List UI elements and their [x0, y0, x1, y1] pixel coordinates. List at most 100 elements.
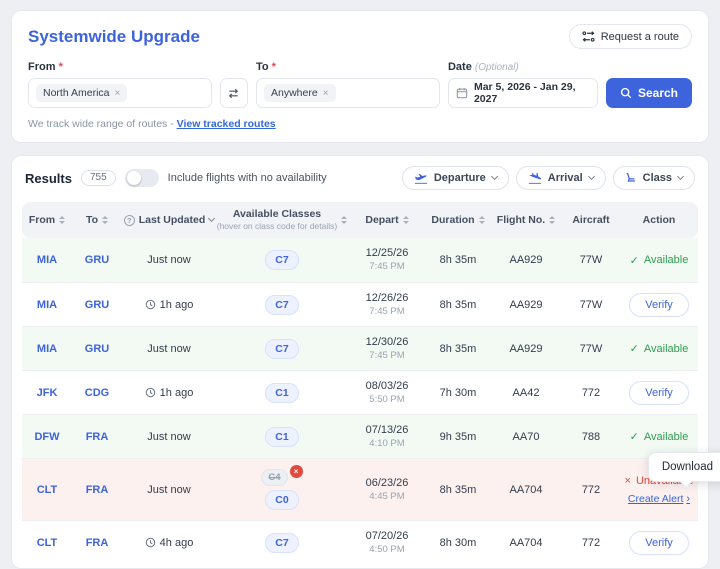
date-input[interactable]: Mar 5, 2026 - Jan 29, 2027: [448, 78, 598, 108]
page-title: Systemwide Upgrade: [28, 27, 200, 47]
aircraft-cell: 77W: [562, 299, 620, 311]
header-to[interactable]: To: [72, 214, 122, 226]
to-code[interactable]: GRU: [72, 254, 122, 266]
duration-cell: 9h 35m: [426, 431, 490, 443]
class-badge[interactable]: C1: [265, 427, 298, 447]
create-alert-link[interactable]: Create Alert›: [628, 493, 690, 505]
depart-date: 07/13/26: [366, 423, 409, 437]
table-row[interactable]: CLT FRA 4h ago C7 07/20/26 4:50 PM 8h 30…: [22, 520, 698, 564]
class-badge[interactable]: C7: [265, 339, 298, 359]
table-row[interactable]: MIA GRU 1h ago C7 12/26/26 7:45 PM 8h 35…: [22, 282, 698, 326]
table-row[interactable]: DFW FRA Just now C1 07/13/26 4:10 PM 9h …: [22, 414, 698, 458]
action-cell: Verify: [620, 293, 698, 317]
available-classes-cell: C4×C0: [216, 469, 348, 510]
class-badge[interactable]: C7: [265, 295, 298, 315]
depart-cell: 08/03/26 5:50 PM: [348, 379, 426, 407]
date-label: Date (Optional): [448, 61, 598, 73]
table-row[interactable]: JFK CDG 1h ago C1 08/03/26 5:50 PM 7h 30…: [22, 370, 698, 414]
availability-toggle[interactable]: [125, 169, 159, 187]
depart-date: 12/26/26: [366, 291, 409, 305]
available-classes-cell: C7: [216, 533, 348, 553]
results-table: From To ?Last Updated Available Classes(…: [12, 200, 708, 564]
clock-icon: [145, 299, 156, 310]
flight-no-cell: AA704: [490, 537, 562, 549]
available-status: ✓Available: [630, 254, 689, 267]
action-cell: Verify: [620, 531, 698, 555]
departure-filter[interactable]: Departure: [402, 166, 509, 190]
header-available-classes[interactable]: Available Classes(hover on class code fo…: [216, 208, 348, 232]
help-icon: ?: [124, 215, 135, 226]
search-panel: Systemwide Upgrade Request a route From …: [11, 10, 709, 143]
sort-icon: [479, 216, 485, 224]
action-cell: ✓Available: [620, 254, 698, 267]
table-row[interactable]: MIA GRU Just now C7 12/25/26 7:45 PM 8h …: [22, 238, 698, 282]
search-button[interactable]: Search: [606, 78, 692, 108]
from-code[interactable]: CLT: [22, 537, 72, 549]
sort-icon: [341, 216, 347, 224]
to-code[interactable]: FRA: [72, 431, 122, 443]
last-updated-cell: Just now: [122, 343, 216, 355]
duration-cell: 8h 35m: [426, 343, 490, 355]
header-flight-no[interactable]: Flight No.: [490, 214, 562, 226]
from-input[interactable]: North America ×: [28, 78, 212, 108]
remove-tag-icon[interactable]: ×: [115, 88, 121, 99]
available-status: ✓Available: [630, 342, 689, 355]
class-badge[interactable]: C7: [265, 250, 298, 270]
sort-icon: [403, 216, 409, 224]
class-badge[interactable]: C7: [265, 533, 298, 553]
view-tracked-routes-link[interactable]: View tracked routes: [177, 118, 276, 130]
aircraft-cell: 788: [562, 431, 620, 443]
from-code[interactable]: MIA: [22, 343, 72, 355]
depart-time: 7:45 PM: [369, 306, 404, 318]
chevron-down-icon: [208, 215, 215, 222]
to-input[interactable]: Anywhere ×: [256, 78, 440, 108]
verify-button[interactable]: Verify: [629, 381, 689, 405]
header-action: Action: [620, 214, 698, 226]
from-code[interactable]: DFW: [22, 431, 72, 443]
depart-time: 4:50 PM: [369, 544, 404, 556]
verify-button[interactable]: Verify: [629, 531, 689, 555]
availability-toggle-label: Include flights with no availability: [168, 172, 327, 184]
from-code[interactable]: MIA: [22, 254, 72, 266]
flight-no-cell: AA929: [490, 254, 562, 266]
class-badge-struck[interactable]: C4×: [261, 469, 302, 486]
aircraft-cell: 772: [562, 537, 620, 549]
from-code[interactable]: MIA: [22, 299, 72, 311]
table-row[interactable]: CLT FRA Just now C4×C0 06/23/26 4:45 PM …: [22, 458, 698, 520]
available-classes-cell: C7: [216, 339, 348, 359]
depart-date: 06/23/26: [366, 476, 409, 490]
from-code[interactable]: CLT: [22, 484, 72, 496]
header-last-updated[interactable]: ?Last Updated: [122, 214, 216, 226]
depart-date: 12/25/26: [366, 246, 409, 260]
clock-icon: [145, 387, 156, 398]
from-code[interactable]: JFK: [22, 387, 72, 399]
class-filter[interactable]: Class: [613, 166, 695, 190]
chevron-right-icon: ›: [686, 493, 690, 505]
available-classes-cell: C7: [216, 295, 348, 315]
remove-tag-icon[interactable]: ×: [323, 88, 329, 99]
flight-no-cell: AA929: [490, 343, 562, 355]
to-code[interactable]: CDG: [72, 387, 122, 399]
available-classes-cell: C1: [216, 383, 348, 403]
to-code[interactable]: GRU: [72, 299, 122, 311]
x-icon: ×: [625, 475, 631, 487]
arrival-filter[interactable]: Arrival: [516, 166, 606, 190]
request-route-button[interactable]: Request a route: [569, 24, 692, 49]
class-badge[interactable]: C0: [265, 490, 298, 510]
to-code[interactable]: FRA: [72, 537, 122, 549]
aircraft-cell: 772: [562, 387, 620, 399]
header-depart[interactable]: Depart: [348, 214, 426, 226]
header-from[interactable]: From: [22, 214, 72, 226]
class-badge[interactable]: C1: [265, 383, 298, 403]
table-row[interactable]: MIA GRU Just now C7 12/30/26 7:45 PM 8h …: [22, 326, 698, 370]
to-tag: Anywhere ×: [264, 84, 336, 102]
to-code[interactable]: FRA: [72, 484, 122, 496]
depart-time: 5:50 PM: [369, 394, 404, 406]
swap-button[interactable]: [220, 78, 248, 108]
last-updated-cell: 1h ago: [122, 299, 216, 311]
download-tooltip[interactable]: Download: [648, 452, 720, 482]
to-code[interactable]: GRU: [72, 343, 122, 355]
verify-button[interactable]: Verify: [629, 293, 689, 317]
results-label: Results: [25, 171, 72, 186]
header-duration[interactable]: Duration: [426, 214, 490, 226]
